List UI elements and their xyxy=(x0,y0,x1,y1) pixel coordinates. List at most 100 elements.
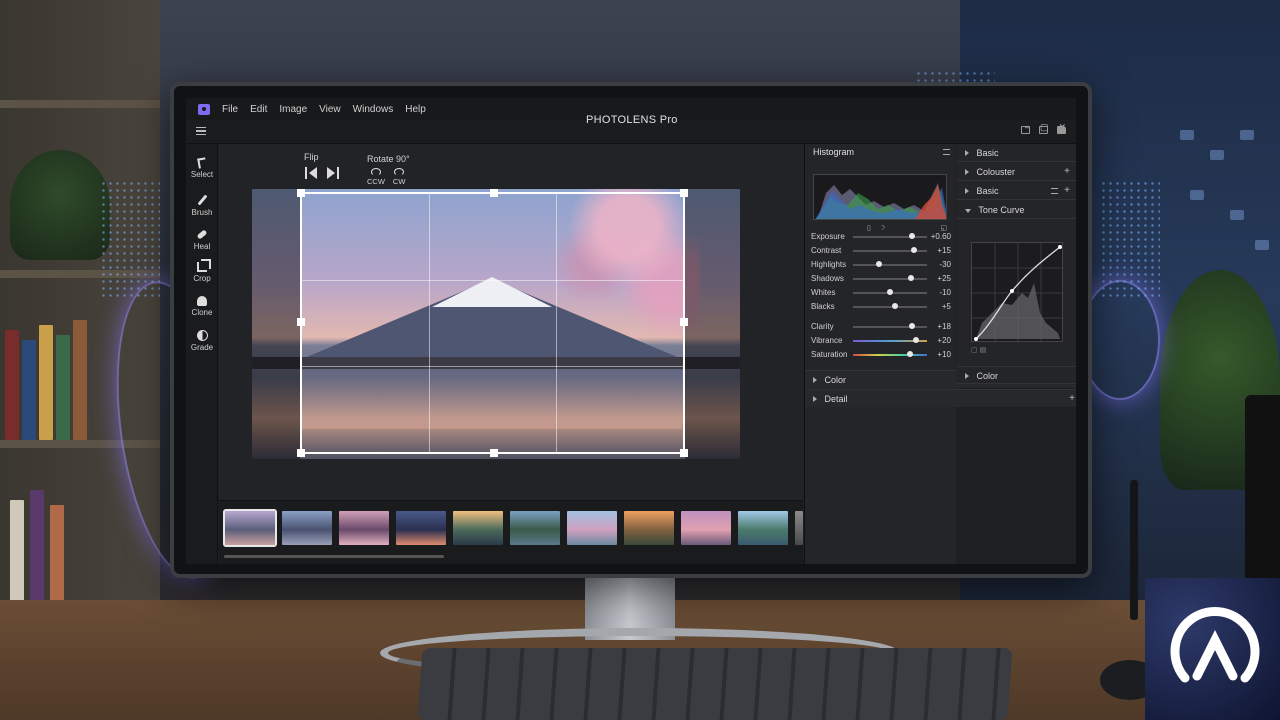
menu-help[interactable]: Help xyxy=(405,104,426,115)
filmstrip-thumbnail[interactable] xyxy=(624,511,674,545)
add-icon[interactable]: + xyxy=(1064,166,1070,177)
crop-handle-top[interactable] xyxy=(490,189,498,197)
add-icon[interactable]: + xyxy=(1064,185,1070,196)
section-detail[interactable]: Detail + xyxy=(805,389,1076,407)
filmstrip-thumbnail[interactable] xyxy=(453,511,503,545)
list-icon[interactable] xyxy=(1051,188,1058,194)
channel-icon[interactable]: ▤ xyxy=(980,347,987,354)
photo-mount-fuji[interactable] xyxy=(252,189,740,459)
section-color-right[interactable]: Color xyxy=(957,366,1076,384)
filmstrip-thumbnail[interactable] xyxy=(223,509,277,547)
slider-knob[interactable] xyxy=(909,323,916,329)
tool-select[interactable]: Select xyxy=(186,157,218,179)
tone-curve-graph[interactable] xyxy=(971,242,1064,343)
flip-horizontal-right-icon[interactable] xyxy=(326,166,340,180)
city-light xyxy=(1230,210,1244,220)
slider-knob[interactable] xyxy=(907,275,914,281)
crop-icon xyxy=(197,259,211,272)
slider-track[interactable] xyxy=(853,306,927,308)
crop-handle-right[interactable] xyxy=(680,318,688,326)
crop-handle-bottom-right[interactable] xyxy=(680,449,688,457)
flip-horizontal-left-icon[interactable] xyxy=(304,166,318,180)
slider-knob[interactable] xyxy=(910,247,917,253)
tool-label: Select xyxy=(190,170,214,179)
slider-whites[interactable]: Whites -10 xyxy=(809,286,953,300)
filmstrip-thumbnail[interactable] xyxy=(567,511,617,545)
rotate-label: Rotate 90° xyxy=(367,154,410,164)
tool-brush[interactable]: Brush xyxy=(186,194,218,217)
slider-knob[interactable] xyxy=(909,233,916,239)
slider-vibrance[interactable]: Vibrance +20 xyxy=(809,334,953,348)
filmstrip-thumbnail[interactable] xyxy=(795,511,803,545)
filmstrip-thumbnail[interactable] xyxy=(396,511,446,545)
save-icon[interactable] xyxy=(1039,126,1048,134)
section-basic[interactable]: Basic xyxy=(957,144,1076,162)
slider-track[interactable] xyxy=(853,326,927,328)
book xyxy=(5,330,19,440)
section-basic-2[interactable]: Basic + xyxy=(957,182,1076,200)
section-tone-curve[interactable]: Tone Curve xyxy=(957,201,1076,219)
crop-handle-left[interactable] xyxy=(297,318,305,326)
slider-track[interactable] xyxy=(853,278,927,280)
slider-track[interactable] xyxy=(853,264,927,266)
panel-menu-icon[interactable] xyxy=(943,149,950,155)
rotate-cw-button[interactable]: CW xyxy=(393,168,405,186)
crop-handle-bottom[interactable] xyxy=(490,449,498,457)
slider-knob[interactable] xyxy=(912,337,919,343)
slider-saturation[interactable]: Saturation +10 xyxy=(809,348,953,362)
filmstrip-thumbnail[interactable] xyxy=(681,511,731,545)
menu-file[interactable]: File xyxy=(222,104,238,115)
city-light xyxy=(1255,240,1269,250)
slider-value: +10 xyxy=(937,350,951,359)
expand-arrow-icon xyxy=(965,169,969,175)
filmstrip-thumbnail[interactable] xyxy=(339,511,389,545)
slider-shadows[interactable]: Shadows +25 xyxy=(809,272,953,286)
point-curve-icon[interactable]: ▢ xyxy=(971,347,978,354)
tool-clone[interactable]: Clone xyxy=(186,296,218,317)
slider-knob[interactable] xyxy=(906,351,913,357)
slider-value: +20 xyxy=(937,336,951,345)
menu-windows[interactable]: Windows xyxy=(353,104,394,115)
menu-view[interactable]: View xyxy=(319,104,341,115)
filmstrip-thumbnail[interactable] xyxy=(738,511,788,545)
slider-blacks[interactable]: Blacks +5 xyxy=(809,300,953,314)
layers-icon[interactable] xyxy=(1021,126,1030,134)
tool-grade[interactable]: Grade xyxy=(186,330,218,352)
crop-frame[interactable] xyxy=(297,189,688,457)
slider-exposure[interactable]: Exposure +0.60 xyxy=(809,230,953,244)
rotate-ccw-icon xyxy=(370,168,381,176)
filmstrip-thumbnail[interactable] xyxy=(510,511,560,545)
folder-icon[interactable] xyxy=(1057,126,1066,134)
slider-contrast[interactable]: Contrast +15 xyxy=(809,244,953,258)
menu-edit[interactable]: Edit xyxy=(250,104,267,115)
section-color-label: Color xyxy=(824,375,847,385)
filmstrip-thumbnail[interactable] xyxy=(282,511,332,545)
stylus-pen xyxy=(1130,480,1138,620)
brush-icon xyxy=(196,194,208,206)
section-colouster[interactable]: Colouster + xyxy=(957,163,1076,181)
crop-handle-bottom-left[interactable] xyxy=(297,449,305,457)
hamburger-menu-icon[interactable] xyxy=(196,127,206,135)
slider-label: Shadows xyxy=(811,274,844,283)
flip-label: Flip xyxy=(304,152,319,162)
menu-image[interactable]: Image xyxy=(279,104,307,115)
pixel-effect xyxy=(1100,180,1160,300)
add-icon[interactable]: + xyxy=(1069,393,1075,404)
filmstrip-scrollbar[interactable] xyxy=(224,555,444,558)
slider-clarity[interactable]: Clarity +18 xyxy=(809,320,953,334)
rotate-ccw-button[interactable]: CCW xyxy=(367,168,385,186)
slider-track[interactable] xyxy=(853,354,927,356)
slider-knob[interactable] xyxy=(875,261,882,267)
slider-track[interactable] xyxy=(853,236,927,238)
tool-crop[interactable]: Crop xyxy=(186,259,218,283)
slider-highlights[interactable]: Highlights -30 xyxy=(809,258,953,272)
tool-heal[interactable]: Heal xyxy=(186,228,218,251)
slider-knob[interactable] xyxy=(892,303,899,309)
book xyxy=(39,325,53,440)
crop-handle-top-right[interactable] xyxy=(680,189,688,197)
shelf-board xyxy=(0,100,160,108)
crop-grid-line xyxy=(555,194,557,452)
slider-knob[interactable] xyxy=(887,289,893,295)
crop-handle-top-left[interactable] xyxy=(297,189,305,197)
slider-value: +25 xyxy=(937,274,951,283)
